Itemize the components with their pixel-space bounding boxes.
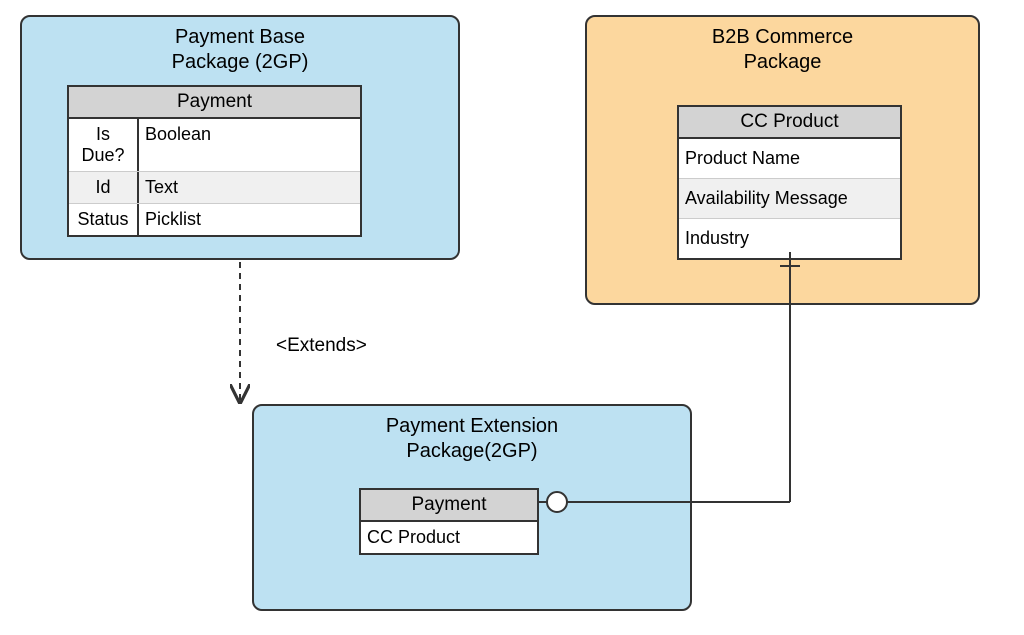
table-header: Payment (69, 87, 360, 119)
package-b2b-commerce: B2B Commerce Package CC Product Product … (585, 15, 980, 305)
package-title: Payment Extension Package(2GP) (254, 406, 690, 464)
field-type: Boolean (139, 119, 360, 171)
field-name: CC Product (361, 522, 537, 553)
title-line-2: Package (587, 50, 978, 75)
field-name: Product Name (679, 139, 900, 178)
table-row: Industry (679, 219, 900, 258)
table-row: Id Text (69, 172, 360, 204)
field-name: Availability Message (679, 179, 900, 218)
table-header: Payment (361, 490, 537, 522)
table-row: Availability Message (679, 179, 900, 219)
field-name: Status (69, 204, 139, 235)
field-name: Is Due? (69, 119, 139, 171)
field-name: Industry (679, 219, 900, 258)
title-line-2: Package(2GP) (254, 439, 690, 464)
table-row: Product Name (679, 139, 900, 179)
field-type: Text (139, 172, 360, 203)
field-type: Picklist (139, 204, 360, 235)
table-header: CC Product (679, 107, 900, 139)
extends-label: <Extends> (276, 335, 367, 357)
diagram-canvas: Payment Base Package (2GP) Payment Is Du… (0, 0, 1024, 635)
table-cc-product: CC Product Product Name Availability Mes… (677, 105, 902, 260)
title-line-2: Package (2GP) (22, 50, 458, 75)
table-row: CC Product (361, 522, 537, 553)
title-line-1: B2B Commerce (587, 25, 978, 50)
table-payment-base: Payment Is Due? Boolean Id Text Status P… (67, 85, 362, 237)
package-payment-base: Payment Base Package (2GP) Payment Is Du… (20, 15, 460, 260)
package-payment-extension: Payment Extension Package(2GP) Payment C… (252, 404, 692, 611)
table-row: Status Picklist (69, 204, 360, 235)
title-line-1: Payment Extension (254, 414, 690, 439)
package-title: Payment Base Package (2GP) (22, 17, 458, 75)
table-row: Is Due? Boolean (69, 119, 360, 172)
field-name: Id (69, 172, 139, 203)
title-line-1: Payment Base (22, 25, 458, 50)
table-payment-ext: Payment CC Product (359, 488, 539, 555)
package-title: B2B Commerce Package (587, 17, 978, 75)
